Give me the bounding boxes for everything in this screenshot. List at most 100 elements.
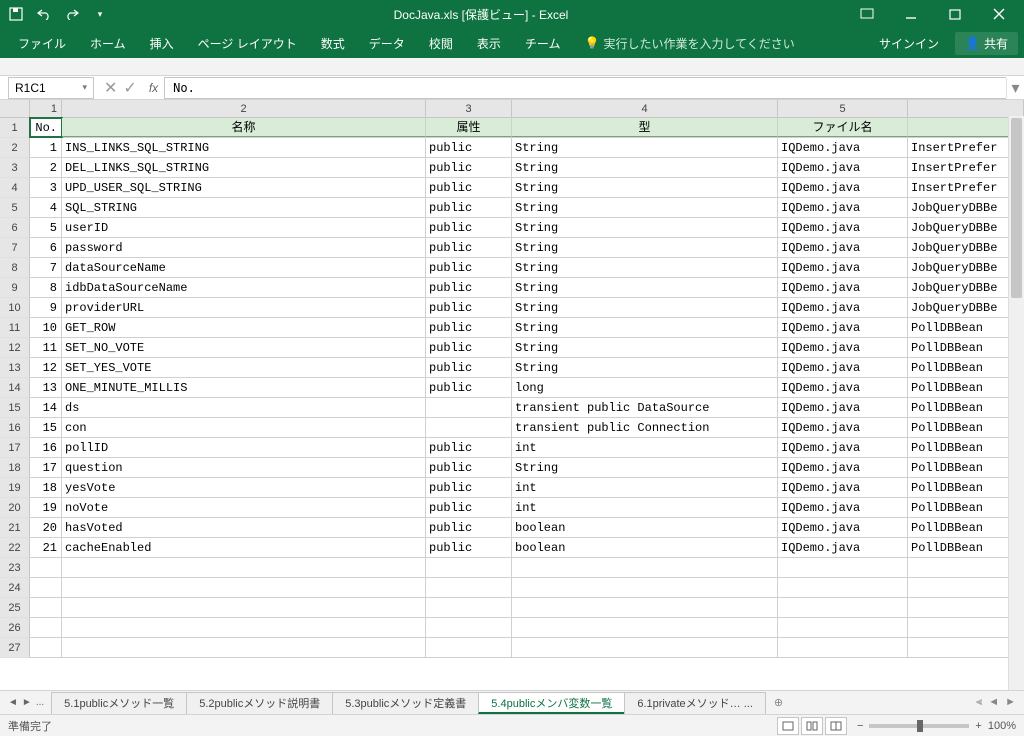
cell[interactable]: 9 bbox=[30, 298, 62, 317]
row-header[interactable]: 4 bbox=[0, 178, 30, 198]
cell[interactable] bbox=[426, 418, 512, 437]
cell[interactable]: public bbox=[426, 438, 512, 457]
cell[interactable]: 4 bbox=[30, 198, 62, 217]
table-row[interactable]: 14dstransient public DataSourceIQDemo.ja… bbox=[30, 398, 1024, 418]
cell[interactable]: pollID bbox=[62, 438, 426, 457]
row-header[interactable]: 8 bbox=[0, 258, 30, 278]
cell[interactable]: public bbox=[426, 258, 512, 277]
row-header[interactable]: 24 bbox=[0, 578, 30, 598]
cell[interactable]: IQDemo.java bbox=[778, 178, 908, 197]
cell[interactable]: String bbox=[512, 198, 778, 217]
table-row[interactable]: 5userIDpublicStringIQDemo.javaJobQueryDB… bbox=[30, 218, 1024, 238]
row-header[interactable]: 20 bbox=[0, 498, 30, 518]
cell[interactable]: JobQueryDBBe bbox=[908, 198, 1024, 217]
formula-expand-icon[interactable]: ▾ bbox=[1006, 78, 1024, 98]
cell[interactable]: public bbox=[426, 338, 512, 357]
row-header[interactable]: 10 bbox=[0, 298, 30, 318]
zoom-value[interactable]: 100% bbox=[988, 720, 1016, 732]
tab-scroll-right2-icon[interactable]: ► bbox=[1005, 696, 1016, 709]
table-row[interactable]: 19noVotepublicintIQDemo.javaPollDBBean bbox=[30, 498, 1024, 518]
cell[interactable]: UPD_USER_SQL_STRING bbox=[62, 178, 426, 197]
col-header[interactable] bbox=[908, 100, 1024, 117]
cell[interactable]: PollDBBean bbox=[908, 458, 1024, 477]
table-row[interactable]: 13ONE_MINUTE_MILLISpubliclongIQDemo.java… bbox=[30, 378, 1024, 398]
pagelayout-view-icon[interactable] bbox=[801, 717, 823, 735]
cell[interactable] bbox=[426, 578, 512, 597]
cell[interactable]: 7 bbox=[30, 258, 62, 277]
tab-file[interactable]: ファイル bbox=[6, 28, 78, 58]
cell[interactable]: InsertPrefer bbox=[908, 138, 1024, 157]
zoom-in-icon[interactable]: + bbox=[975, 720, 981, 732]
cell[interactable]: public bbox=[426, 498, 512, 517]
tab-data[interactable]: データ bbox=[357, 28, 417, 58]
cell[interactable]: 6 bbox=[30, 238, 62, 257]
cell[interactable]: IQDemo.java bbox=[778, 278, 908, 297]
cell[interactable]: boolean bbox=[512, 518, 778, 537]
chevron-down-icon[interactable]: ▾ bbox=[82, 82, 87, 93]
row-header[interactable]: 5 bbox=[0, 198, 30, 218]
cell[interactable]: IQDemo.java bbox=[778, 338, 908, 357]
scrollbar-thumb[interactable] bbox=[1011, 118, 1022, 298]
cell[interactable] bbox=[426, 598, 512, 617]
empty-row[interactable] bbox=[30, 578, 1024, 598]
sheet-tab[interactable]: 5.3publicメソッド定義書 bbox=[332, 692, 479, 714]
normal-view-icon[interactable] bbox=[777, 717, 799, 735]
cell[interactable]: String bbox=[512, 318, 778, 337]
tab-team[interactable]: チーム bbox=[513, 28, 573, 58]
table-row[interactable]: 4SQL_STRINGpublicStringIQDemo.javaJobQue… bbox=[30, 198, 1024, 218]
row-header[interactable]: 6 bbox=[0, 218, 30, 238]
cell[interactable]: public bbox=[426, 518, 512, 537]
row-header[interactable]: 27 bbox=[0, 638, 30, 658]
cell[interactable]: String bbox=[512, 238, 778, 257]
cell[interactable]: public bbox=[426, 358, 512, 377]
cell[interactable] bbox=[426, 558, 512, 577]
cell[interactable]: JobQueryDBBe bbox=[908, 238, 1024, 257]
cell[interactable]: JobQueryDBBe bbox=[908, 258, 1024, 277]
cell[interactable]: public bbox=[426, 178, 512, 197]
cell[interactable]: yesVote bbox=[62, 478, 426, 497]
cell[interactable]: 19 bbox=[30, 498, 62, 517]
header-cell[interactable]: No. bbox=[30, 118, 62, 137]
signin-button[interactable]: サインイン bbox=[869, 35, 949, 52]
cell[interactable]: public bbox=[426, 478, 512, 497]
cell[interactable]: int bbox=[512, 478, 778, 497]
cell[interactable]: PollDBBean bbox=[908, 538, 1024, 557]
row-header[interactable]: 13 bbox=[0, 358, 30, 378]
cell[interactable]: hasVoted bbox=[62, 518, 426, 537]
cell[interactable]: public bbox=[426, 298, 512, 317]
cell[interactable]: IQDemo.java bbox=[778, 378, 908, 397]
sheet-tab[interactable]: 5.1publicメソッド一覧 bbox=[51, 692, 187, 714]
cell[interactable]: PollDBBean bbox=[908, 378, 1024, 397]
cell[interactable]: String bbox=[512, 298, 778, 317]
cell[interactable]: password bbox=[62, 238, 426, 257]
cell[interactable]: 16 bbox=[30, 438, 62, 457]
cell[interactable]: IQDemo.java bbox=[778, 358, 908, 377]
minimize-icon[interactable] bbox=[890, 0, 932, 28]
enter-icon[interactable]: ✓ bbox=[123, 78, 136, 98]
cell[interactable]: 11 bbox=[30, 338, 62, 357]
cell[interactable]: InsertPrefer bbox=[908, 178, 1024, 197]
cell[interactable]: 14 bbox=[30, 398, 62, 417]
tab-first-icon[interactable]: ◄ bbox=[8, 697, 18, 708]
zoom-slider[interactable] bbox=[869, 724, 969, 728]
row-header[interactable]: 3 bbox=[0, 158, 30, 178]
cell[interactable]: PollDBBean bbox=[908, 418, 1024, 437]
cell[interactable] bbox=[778, 618, 908, 637]
tab-view[interactable]: 表示 bbox=[465, 28, 513, 58]
row-header[interactable]: 22 bbox=[0, 538, 30, 558]
table-row[interactable]: 6passwordpublicStringIQDemo.javaJobQuery… bbox=[30, 238, 1024, 258]
new-sheet-button[interactable]: ⊕ bbox=[766, 696, 791, 709]
cell[interactable]: PollDBBean bbox=[908, 438, 1024, 457]
cell[interactable]: 5 bbox=[30, 218, 62, 237]
cell[interactable]: PollDBBean bbox=[908, 358, 1024, 377]
cell[interactable]: public bbox=[426, 198, 512, 217]
row-header[interactable]: 16 bbox=[0, 418, 30, 438]
cell[interactable]: public bbox=[426, 378, 512, 397]
empty-row[interactable] bbox=[30, 598, 1024, 618]
table-row[interactable]: 8idbDataSourceNamepublicStringIQDemo.jav… bbox=[30, 278, 1024, 298]
cell[interactable]: InsertPrefer bbox=[908, 158, 1024, 177]
share-button[interactable]: 👤 共有 bbox=[955, 32, 1018, 55]
cell[interactable]: long bbox=[512, 378, 778, 397]
row-header[interactable]: 21 bbox=[0, 518, 30, 538]
vertical-scrollbar[interactable] bbox=[1008, 116, 1024, 690]
